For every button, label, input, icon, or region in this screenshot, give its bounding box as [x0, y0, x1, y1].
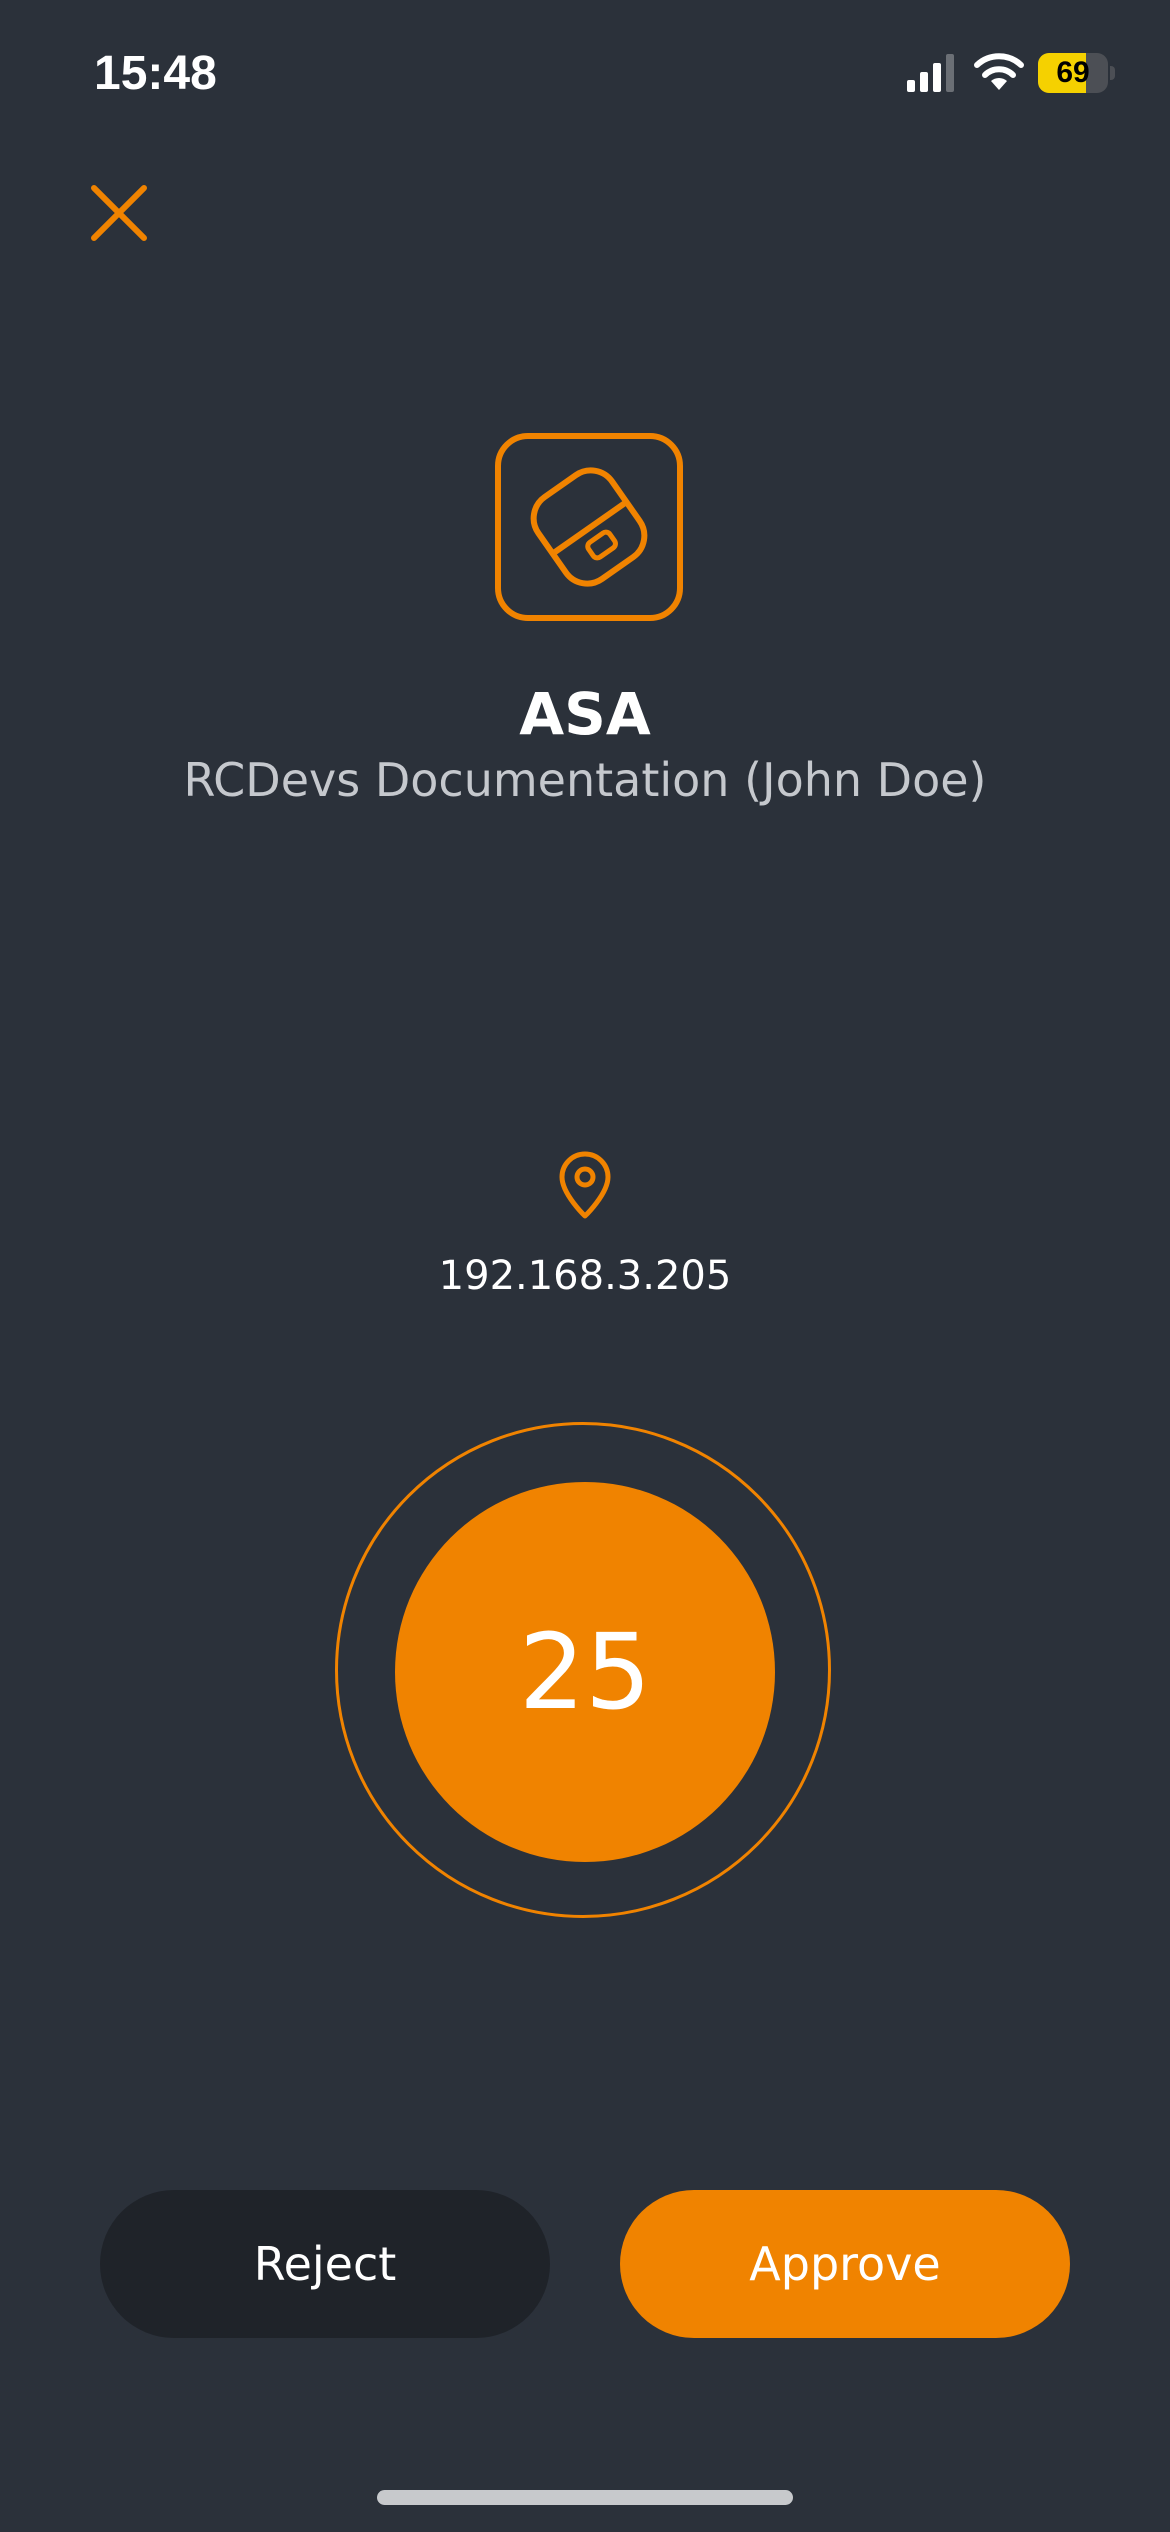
approve-button[interactable]: Approve [620, 2190, 1070, 2338]
push-approval-screen: 15:48 69 ASA RCDevs Documentation (John … [0, 0, 1170, 2532]
signal-icon [907, 54, 954, 92]
countdown-timer: 25 [395, 1482, 775, 1862]
ip-address: 192.168.3.205 [438, 1253, 732, 1299]
countdown-value: 25 [518, 1611, 652, 1733]
wifi-icon [974, 53, 1024, 90]
reject-button[interactable]: Reject [100, 2190, 550, 2338]
location-pin-icon [559, 1151, 611, 1219]
app-title: ASA [519, 680, 651, 748]
folder-lock-icon [495, 433, 683, 621]
status-time: 15:48 [94, 47, 217, 100]
close-icon[interactable] [86, 180, 152, 246]
home-indicator[interactable] [377, 2490, 793, 2505]
battery-icon: 69 [1038, 53, 1118, 93]
app-subtitle: RCDevs Documentation (John Doe) [183, 753, 987, 807]
battery-level: 69 [1056, 56, 1090, 89]
